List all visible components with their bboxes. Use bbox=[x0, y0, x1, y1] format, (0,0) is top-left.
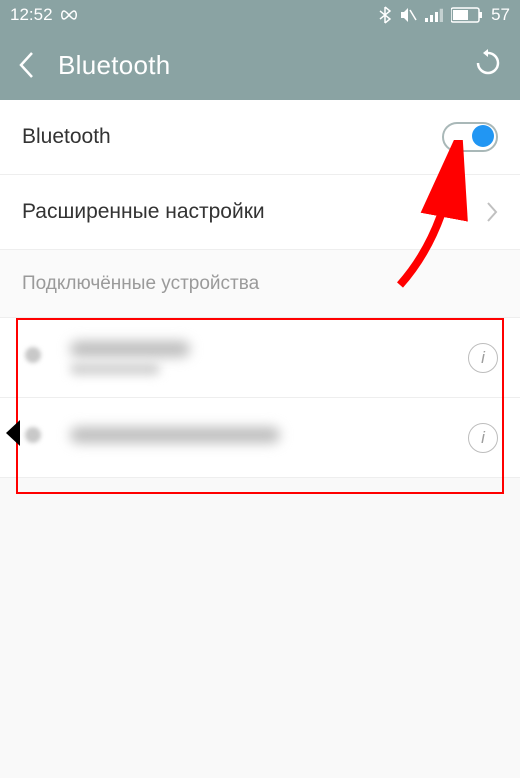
device-info-button[interactable]: i bbox=[468, 423, 498, 453]
back-button[interactable] bbox=[18, 51, 48, 79]
page-title: Bluetooth bbox=[58, 50, 171, 81]
bluetooth-toggle[interactable] bbox=[442, 122, 498, 152]
device-list: i i bbox=[0, 318, 520, 478]
device-row[interactable]: i bbox=[0, 398, 520, 478]
status-bar: 12:52 57 bbox=[0, 0, 520, 30]
section-label: Подключённые устройства bbox=[22, 273, 259, 295]
mute-icon bbox=[399, 6, 417, 24]
refresh-button[interactable] bbox=[474, 49, 502, 82]
battery-icon bbox=[451, 7, 483, 23]
edge-indicator-icon bbox=[2, 418, 22, 448]
clock: 12:52 bbox=[10, 5, 53, 25]
toggle-knob bbox=[472, 125, 494, 147]
device-text bbox=[70, 341, 190, 375]
device-icon bbox=[22, 424, 56, 451]
battery-percent: 57 bbox=[491, 5, 510, 25]
device-row[interactable]: i bbox=[0, 318, 520, 398]
bluetooth-status-icon bbox=[379, 6, 391, 24]
advanced-settings-row[interactable]: Расширенные настройки bbox=[0, 175, 520, 250]
connected-devices-header: Подключённые устройства bbox=[0, 250, 520, 318]
info-icon: i bbox=[481, 428, 485, 448]
device-icon bbox=[22, 344, 56, 371]
signal-icon bbox=[425, 8, 443, 22]
device-text bbox=[70, 427, 280, 449]
screen: 12:52 57 bbox=[0, 0, 520, 778]
bluetooth-row: Bluetooth bbox=[0, 100, 520, 175]
device-info-button[interactable]: i bbox=[468, 343, 498, 373]
bluetooth-label: Bluetooth bbox=[22, 125, 111, 149]
refresh-icon bbox=[474, 49, 502, 77]
infinity-icon bbox=[59, 9, 79, 21]
app-bar: Bluetooth bbox=[0, 30, 520, 100]
chevron-right-icon bbox=[486, 201, 498, 223]
advanced-settings-label: Расширенные настройки bbox=[22, 200, 265, 224]
info-icon: i bbox=[481, 348, 485, 368]
back-chevron-icon bbox=[18, 51, 34, 79]
